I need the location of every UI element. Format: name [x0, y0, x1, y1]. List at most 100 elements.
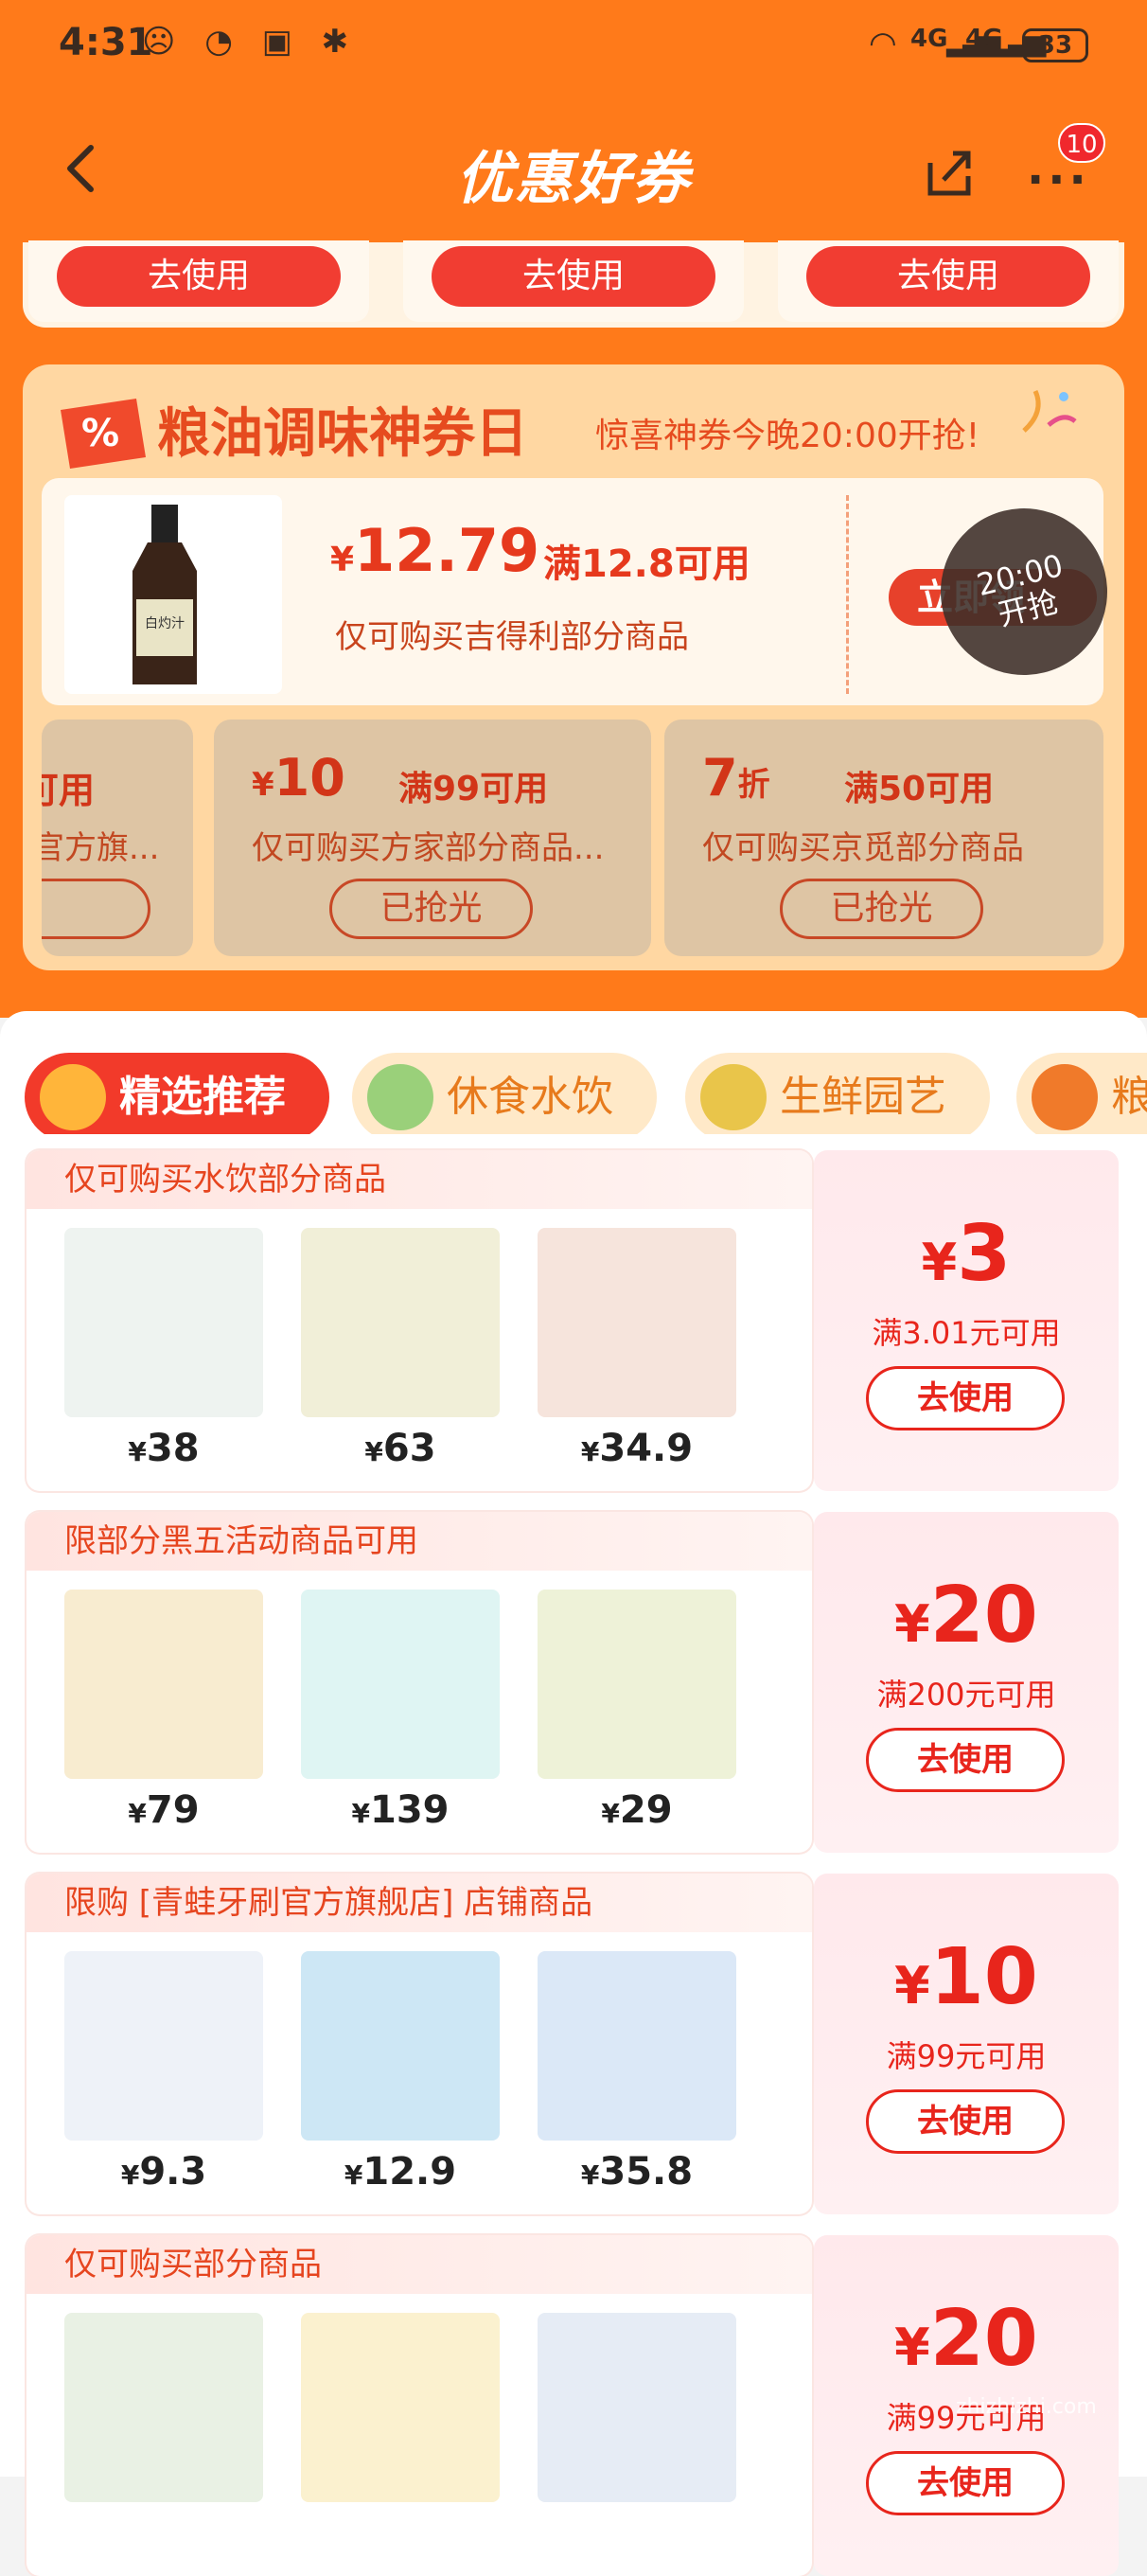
coupon-card: 仅可购买水饮部分商品 ¥38 ¥63 ¥34.9 ¥3 满3.01元可用 去使用 [26, 1150, 1119, 1491]
use-button[interactable]: 去使用 [866, 2451, 1065, 2515]
product-item[interactable]: ¥139 [301, 1590, 500, 1845]
product-image: 白灼汁 [64, 495, 282, 694]
product-item[interactable] [538, 2313, 736, 2568]
kids-toothbrush-image [301, 1951, 500, 2141]
sunscreen-image [301, 1590, 500, 1779]
card-products[interactable]: 仅可购买水饮部分商品 ¥38 ¥63 ¥34.9 [26, 1150, 812, 1491]
card-header: 限购 [青蛙牙刷官方旗舰店] 店铺商品 [26, 1874, 812, 1932]
product-item[interactable]: ¥29 [538, 1590, 736, 1845]
top-coupon: 去使用 [778, 240, 1119, 322]
coupon-description: 仅可购买京觅部分商品 [702, 829, 1024, 867]
coupon-card[interactable]: 可用 官方旗... [42, 720, 193, 956]
coupon-card: 限购 [青蛙牙刷官方旗舰店] 店铺商品 ¥9.3 ¥12.9 ¥35.8 ¥10… [26, 1874, 1119, 2214]
featured-price: ¥12.79 [330, 516, 540, 585]
coupon-description: 官方旗... [42, 829, 160, 867]
featured-description: 仅可购买吉得利部分商品 [335, 618, 689, 656]
milk-pack-image [538, 2313, 736, 2502]
sold-out-badge: 已抢光 [780, 879, 983, 939]
tab-label: 生鲜园艺 [780, 1073, 946, 1121]
product-item[interactable] [301, 2313, 500, 2568]
product-item[interactable]: ¥12.9 [301, 1951, 500, 2207]
tab-fresh-garden[interactable]: 生鲜园艺 [685, 1053, 990, 1134]
signal-1-label: 4G [910, 25, 948, 53]
confetti-icon [1022, 389, 1077, 433]
navbar: 优惠好券 ··· 10 [0, 104, 1147, 237]
card-products[interactable]: 仅可购买部分商品 [26, 2235, 812, 2576]
coupon-card: 仅可购买部分商品 ¥20 满99元可用 去使用 [26, 2235, 1119, 2576]
coupon-card[interactable]: 7折 满50可用 仅可购买京觅部分商品 已抢光 [664, 720, 1103, 956]
coupon-condition: 满3.01元可用 [872, 1315, 1061, 1351]
product-price: ¥35.8 [580, 2150, 694, 2194]
product-price: ¥29 [601, 1788, 673, 1832]
top-coupon: 去使用 [28, 240, 369, 322]
coupon-icon [40, 1064, 106, 1130]
watermark: zhizhizhi.com [956, 2395, 1097, 2419]
product-price: ¥38 [128, 1427, 200, 1470]
water-image [538, 1228, 736, 1417]
status-bar: 4:31 ☹ ◔ ▣ ✱ ◠ 4G ▂▃▅ 4G ▂▃▅ 33 [0, 0, 1147, 95]
featured-coupon[interactable]: 白灼汁 ¥12.79 满12.8可用 仅可购买吉得利部分商品 立即领 20:00… [42, 478, 1125, 705]
sold-out-badge [42, 879, 150, 939]
coupon-amount: ¥3 [921, 1209, 1012, 1299]
svg-text:白灼汁: 白灼汁 [145, 616, 185, 631]
top-coupon: 去使用 [403, 240, 744, 322]
promo-title: 粮油调味神券日 [157, 403, 528, 465]
share-icon[interactable] [923, 146, 976, 199]
top-coupon-strip: 去使用 去使用 去使用 [23, 240, 1124, 328]
product-item[interactable]: ¥35.8 [538, 1951, 736, 2207]
coupon-amount: 可用 [42, 770, 96, 811]
product-price: ¥9.3 [120, 2150, 207, 2194]
countdown-badge: 20:00 开抢 [923, 490, 1125, 693]
status-icons: ☹ ◔ ▣ ✱ [142, 23, 359, 61]
battery-icon: 33 [1022, 28, 1088, 62]
tab-grain-oil[interactable]: 粮 [1016, 1053, 1147, 1134]
featured-condition: 满12.8可用 [543, 542, 750, 586]
sauce-bottle-icon: 白灼汁 [132, 505, 197, 684]
use-button[interactable]: 去使用 [57, 246, 341, 307]
coupon-value-panel: ¥3 满3.01元可用 去使用 [814, 1150, 1119, 1491]
coupon-description: 仅可购买方家部分商品... [252, 829, 605, 867]
status-time: 4:31 [59, 21, 153, 64]
toothbrush-set-image [538, 1951, 736, 2141]
product-item[interactable]: ¥63 [301, 1228, 500, 1483]
use-button[interactable]: 去使用 [866, 1728, 1065, 1792]
milk-image [64, 1228, 263, 1417]
coupon-condition: 满99可用 [398, 770, 549, 808]
use-button[interactable]: 去使用 [866, 2089, 1065, 2154]
card-products[interactable]: 限部分黑五活动商品可用 ¥79 ¥139 ¥29 [26, 1512, 812, 1853]
tab-snacks-drinks[interactable]: 休食水饮 [352, 1053, 657, 1134]
product-item[interactable]: ¥79 [64, 1590, 263, 1845]
coupon-card[interactable]: ¥10 满99可用 仅可购买方家部分商品... 已抢光 [214, 720, 651, 956]
coupon-value-panel: ¥20 满200元可用 去使用 [814, 1512, 1119, 1853]
shampoo-image [538, 1590, 736, 1779]
use-button[interactable]: 去使用 [866, 1366, 1065, 1430]
product-price: ¥34.9 [580, 1427, 694, 1470]
percent-icon: % [61, 399, 146, 469]
card-header: 限部分黑五活动商品可用 [26, 1512, 812, 1571]
use-button[interactable]: 去使用 [432, 246, 715, 307]
milk-box-image [64, 2313, 263, 2502]
card-products[interactable]: 限购 [青蛙牙刷官方旗舰店] 店铺商品 ¥9.3 ¥12.9 ¥35.8 [26, 1874, 812, 2214]
product-item[interactable]: ¥38 [64, 1228, 263, 1483]
tab-featured[interactable]: 精选推荐 [25, 1053, 329, 1134]
coupon-amount: ¥20 [894, 2294, 1038, 2384]
product-item[interactable] [64, 2313, 263, 2568]
snack-image [64, 1590, 263, 1779]
coupon-amount: ¥10 [894, 1932, 1038, 2022]
product-price: ¥63 [364, 1427, 436, 1470]
card-header: 仅可购买部分商品 [26, 2235, 812, 2294]
notification-badge: 10 [1058, 123, 1105, 163]
divider [846, 495, 849, 694]
product-price: ¥139 [351, 1788, 450, 1832]
coupon-condition: 满200元可用 [876, 1677, 1056, 1713]
coupon-amount: ¥20 [894, 1571, 1038, 1661]
tab-label: 精选推荐 [119, 1073, 286, 1121]
use-button[interactable]: 去使用 [806, 246, 1090, 307]
product-price: ¥12.9 [344, 2150, 457, 2194]
product-item[interactable]: ¥9.3 [64, 1951, 263, 2207]
coupon-condition: 满99元可用 [886, 2038, 1047, 2074]
coupon-condition: 满50可用 [844, 770, 995, 808]
svg-text:%: % [81, 412, 119, 455]
durian-icon [700, 1064, 767, 1130]
product-item[interactable]: ¥34.9 [538, 1228, 736, 1483]
